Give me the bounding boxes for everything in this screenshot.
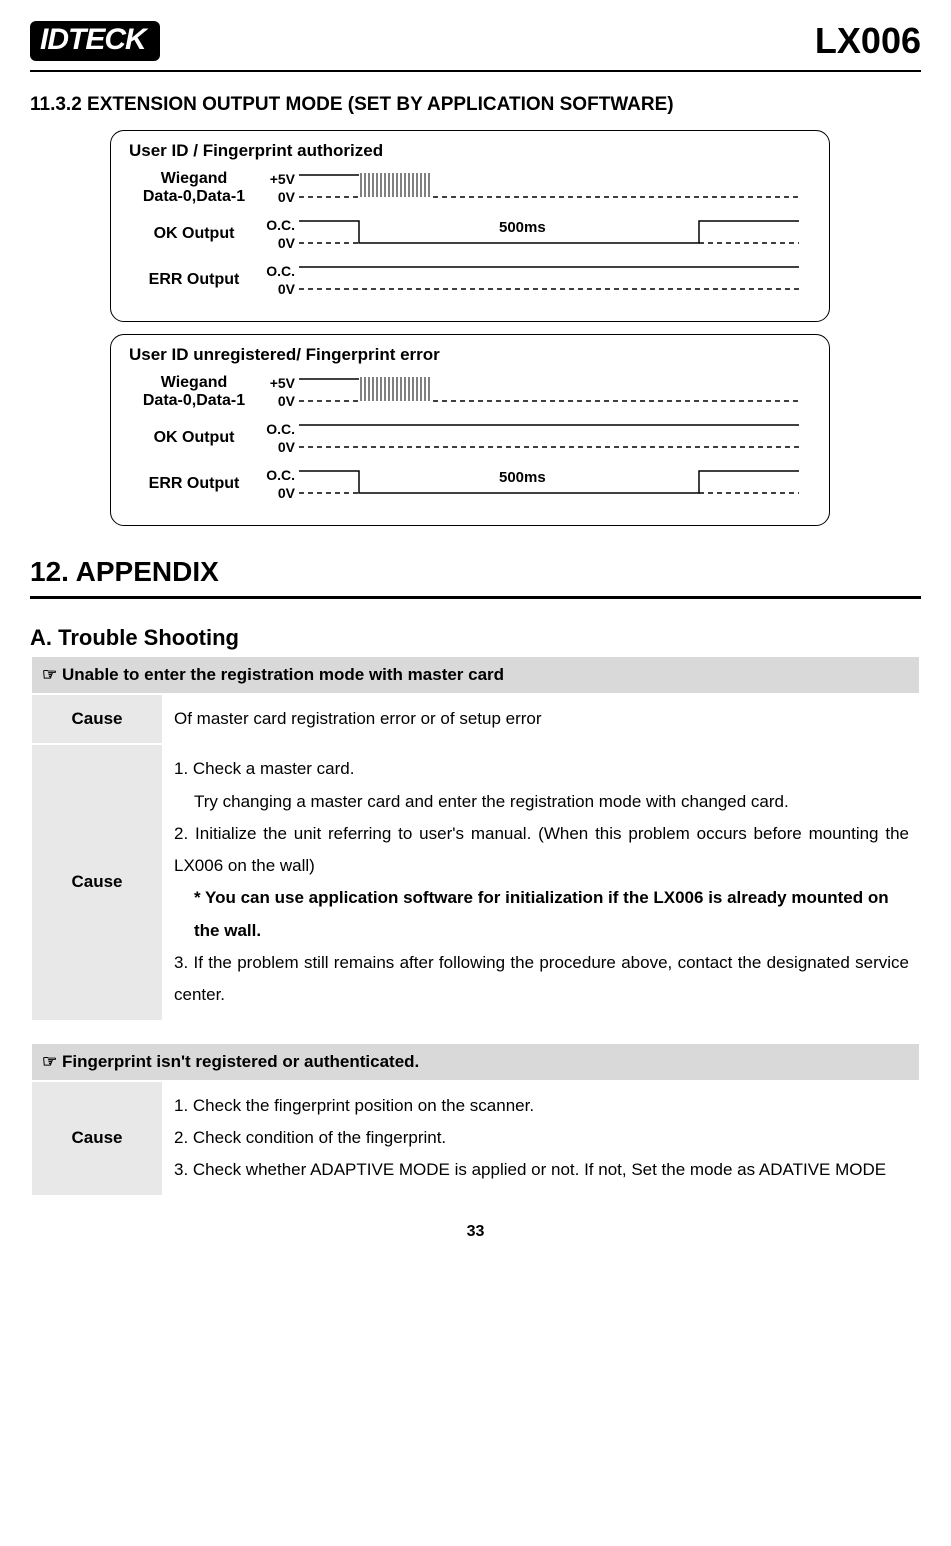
level-low: 0V <box>259 392 295 410</box>
signal-row-wiegand: WiegandData-0,Data-1 +5V 0V <box>129 169 811 207</box>
cause-label: Cause <box>31 744 163 1020</box>
pulse-duration: 500ms <box>499 469 546 486</box>
product-name: LX006 <box>815 20 921 62</box>
cause-label: Cause <box>31 1081 163 1196</box>
signal-label: ERR Output <box>129 475 259 493</box>
signal-row-ok: OK Output O.C. 0V 500ms <box>129 215 811 253</box>
level-high: +5V <box>259 170 295 188</box>
timing-diagram-authorized: User ID / Fingerprint authorized Wiegand… <box>110 130 830 322</box>
signal-plot-pulse: 500ms <box>299 215 811 253</box>
signal-label: WiegandData-0,Data-1 <box>129 170 259 205</box>
cause-label: Cause <box>31 694 163 744</box>
signal-row-wiegand: WiegandData-0,Data-1 +5V 0V <box>129 373 811 411</box>
signal-label: OK Output <box>129 429 259 447</box>
pulse-duration: 500ms <box>499 219 546 236</box>
level-high: O.C. <box>259 216 295 234</box>
section-heading-1132: 11.3.2 EXTENSION OUTPUT MODE (SET BY APP… <box>30 94 921 116</box>
signal-plot-burst <box>299 169 811 207</box>
signal-label: OK Output <box>129 225 259 243</box>
signal-row-ok: OK Output O.C. 0V <box>129 419 811 457</box>
level-low: 0V <box>259 234 295 252</box>
page-number: 33 <box>30 1217 921 1261</box>
timing-diagram-error: User ID unregistered/ Fingerprint error … <box>110 334 830 526</box>
page-header: IDTECK LX006 <box>30 0 921 72</box>
level-low: 0V <box>259 188 295 206</box>
cause-body: 1. Check a master card.Try changing a ma… <box>163 744 920 1020</box>
appendix-heading: 12. APPENDIX <box>30 556 921 588</box>
trouble-title: ☞ Fingerprint isn't registered or authen… <box>31 1043 920 1081</box>
signal-label: ERR Output <box>129 271 259 289</box>
cause-body: Of master card registration error or of … <box>163 694 920 744</box>
trouble-title: ☞ Unable to enter the registration mode … <box>31 656 920 694</box>
level-high: O.C. <box>259 466 295 484</box>
level-high: +5V <box>259 374 295 392</box>
trouble-table-2: ☞ Fingerprint isn't registered or authen… <box>30 1042 921 1197</box>
signal-row-err: ERR Output O.C. 0V 500ms <box>129 465 811 503</box>
signal-row-err: ERR Output O.C. 0V <box>129 261 811 299</box>
signal-plot-flat <box>299 419 811 457</box>
level-high: O.C. <box>259 262 295 280</box>
level-low: 0V <box>259 280 295 298</box>
logo: IDTECK <box>30 21 160 61</box>
level-low: 0V <box>259 484 295 502</box>
level-high: O.C. <box>259 420 295 438</box>
signal-label: WiegandData-0,Data-1 <box>129 374 259 409</box>
troubleshooting-heading: A. Trouble Shooting <box>30 625 921 651</box>
diagram-title: User ID unregistered/ Fingerprint error <box>129 345 811 365</box>
level-low: 0V <box>259 438 295 456</box>
signal-plot-burst <box>299 373 811 411</box>
cause-body: 1. Check the fingerprint position on the… <box>163 1081 920 1196</box>
trouble-table-1: ☞ Unable to enter the registration mode … <box>30 655 921 1022</box>
signal-plot-flat <box>299 261 811 299</box>
signal-plot-pulse: 500ms <box>299 465 811 503</box>
divider <box>30 596 921 599</box>
diagram-title: User ID / Fingerprint authorized <box>129 141 811 161</box>
